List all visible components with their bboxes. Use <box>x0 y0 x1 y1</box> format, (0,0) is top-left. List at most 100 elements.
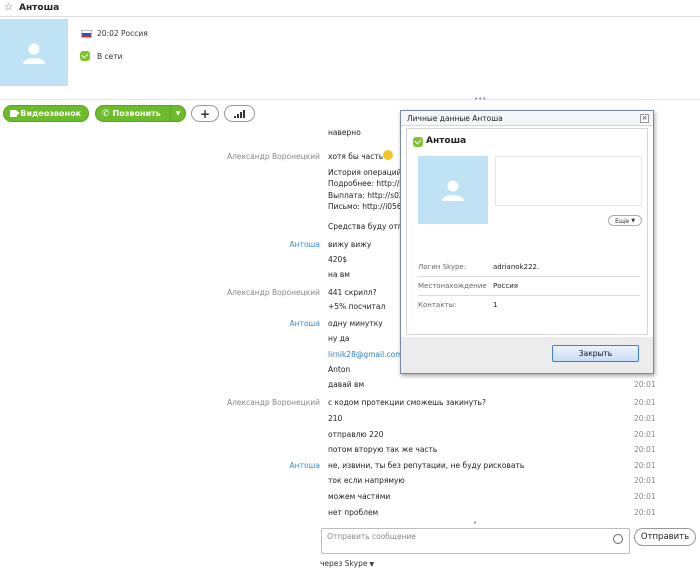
message-time: 20:01 <box>634 414 656 423</box>
contact-name[interactable]: Антоша <box>19 3 59 13</box>
russia-flag-icon <box>81 30 92 38</box>
message-time: 20:01 <box>634 398 656 407</box>
message-placeholder: Отправить сообщение <box>327 532 416 541</box>
info-label: Логин Skype: <box>418 263 467 271</box>
message-sender[interactable]: Антоша <box>290 461 320 470</box>
chat-scrollbar[interactable] <box>692 128 698 523</box>
message-time: 20:01 <box>634 445 656 454</box>
message-sender[interactable]: Антоша <box>290 240 320 249</box>
dialog-avatar <box>418 156 488 224</box>
info-row-login: Логин Skype: adrianok222. <box>418 258 640 277</box>
message-text: lirnik28@gmail.com <box>328 350 403 359</box>
info-value: Россия <box>493 282 518 290</box>
message-text: нет проблем <box>328 508 379 517</box>
message-time: 20:01 <box>634 380 656 389</box>
more-button[interactable]: Еще ▼ <box>608 215 642 226</box>
online-status-icon <box>80 51 90 61</box>
message-text: +5% посчитал <box>328 302 386 311</box>
message-text: одну минутку <box>328 319 383 328</box>
chevron-down-icon: ▼ <box>631 217 636 224</box>
compose-resize-handle[interactable]: • <box>473 519 477 527</box>
message-text: ну да <box>328 334 350 343</box>
chat-message: Антоша не, извини, ты без репутации, не б… <box>0 461 660 475</box>
call-options-button[interactable]: ▼ <box>170 105 186 122</box>
message-sender[interactable]: Александр Воронецкий <box>227 152 320 161</box>
message-text: потом вторую так же часть <box>328 445 438 454</box>
send-via-label: через Skype <box>320 559 368 568</box>
chevron-down-icon: ▼ <box>369 561 375 568</box>
chat-message: Александр Воронецкий с кодом протекции см… <box>0 398 660 412</box>
chat-message: ток если напрямую 20:01 <box>0 476 660 490</box>
info-value: 1 <box>493 301 498 309</box>
message-input[interactable]: Отправить сообщение <box>321 528 630 554</box>
grip-icon[interactable]: ••• <box>474 95 486 103</box>
close-icon[interactable]: × <box>640 114 649 123</box>
chat-message: можем частями 20:01 <box>0 492 660 506</box>
message-text: Письмо: http://i056.r <box>328 202 408 211</box>
info-value: adrianok222. <box>493 263 540 271</box>
smile-emoji-icon <box>383 150 393 160</box>
message-text: История операций: h <box>328 168 412 177</box>
call-quality-button[interactable] <box>224 105 255 122</box>
dialog-footer: Закрыть <box>401 337 653 373</box>
video-call-label: Видеозвонок <box>20 109 81 118</box>
mood-message-box <box>495 156 642 206</box>
emoticon-icon[interactable] <box>613 534 623 544</box>
message-text: на вм <box>328 270 350 279</box>
profile-area: 20:02 Россия В сети <box>0 17 700 97</box>
message-text: Подробнее: http://sl <box>328 179 406 188</box>
chat-message: отправлю 220 20:01 <box>0 430 660 444</box>
chat-message: потом вторую так же часть 20:01 <box>0 445 660 459</box>
message-sender[interactable]: Антоша <box>290 319 320 328</box>
info-row-contacts: Контакты: 1 <box>418 296 640 315</box>
message-time: 20:01 <box>634 508 656 517</box>
conversation-header: ☆ Антоша <box>0 0 700 17</box>
avatar[interactable] <box>0 19 68 86</box>
message-text: можем частями <box>328 492 391 501</box>
local-time: 20:02 Россия <box>97 29 148 38</box>
panel-splitter[interactable] <box>0 97 700 100</box>
dialog-body: Антоша Еще ▼ Логин Skype: adrianok222. М… <box>406 128 648 335</box>
close-button[interactable]: Закрыть <box>552 345 639 362</box>
message-text: 210 <box>328 414 343 423</box>
message-text: не, извини, ты без репутации, не буду ри… <box>328 461 525 470</box>
info-row-location: Местонахождение Россия <box>418 277 640 296</box>
info-label: Контакты: <box>418 301 457 309</box>
message-text: вижу вижу <box>328 240 372 249</box>
profile-dialog: Личные данные Антоша × Антоша Еще ▼ Логи… <box>400 110 654 374</box>
camera-icon <box>10 110 21 117</box>
person-icon <box>442 180 464 201</box>
message-text: хотя бы часть <box>328 152 384 161</box>
dialog-titlebar[interactable]: Личные данные Антоша × <box>401 111 653 126</box>
message-text: 420$ <box>328 255 348 264</box>
message-text: наверно <box>328 128 361 137</box>
message-text: 441 скрилл? <box>328 288 377 297</box>
dialog-title: Личные данные Антоша <box>407 114 503 123</box>
message-time: 20:01 <box>634 476 656 485</box>
video-call-button[interactable]: Видеозвонок <box>3 105 89 122</box>
message-text: давай вм <box>328 380 365 389</box>
chat-message: давай вм 20:01 <box>0 380 660 394</box>
send-via-selector[interactable]: через Skype ▼ <box>320 559 374 568</box>
call-button[interactable]: ✆ Позвонить <box>95 105 171 122</box>
message-text: Выплата: http://s020 <box>328 191 409 200</box>
chat-message: 210 20:01 <box>0 414 660 428</box>
signal-bars-icon <box>234 109 245 118</box>
call-label: Позвонить <box>112 109 161 118</box>
message-sender[interactable]: Александр Воронецкий <box>227 398 320 407</box>
plus-icon: + <box>199 106 211 121</box>
online-status-icon <box>413 137 423 147</box>
message-text: отправлю 220 <box>328 430 384 439</box>
message-text: с кодом протекции сможешь закинуть? <box>328 398 486 407</box>
status-text: В сети <box>97 52 123 61</box>
send-button[interactable]: Отправить <box>634 528 696 546</box>
message-text: ток если напрямую <box>328 476 405 485</box>
message-sender[interactable]: Александр Воронецкий <box>227 288 320 297</box>
chevron-down-icon: ▼ <box>175 110 181 117</box>
chat-message: нет проблем 20:01 <box>0 508 660 522</box>
message-time: 20:01 <box>634 492 656 501</box>
star-icon[interactable]: ☆ <box>4 3 14 13</box>
add-button[interactable]: + <box>191 105 219 122</box>
message-time: 20:01 <box>634 461 656 470</box>
info-label: Местонахождение <box>418 282 487 290</box>
